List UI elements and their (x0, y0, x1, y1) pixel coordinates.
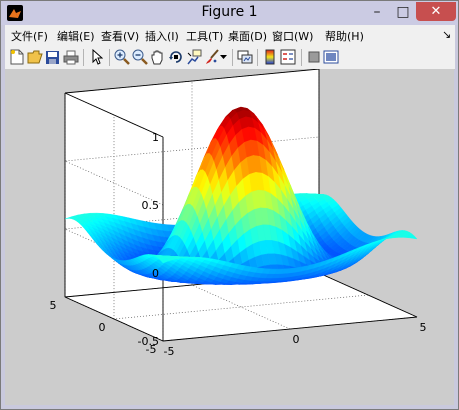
menu-help[interactable]: 帮助(H) (325, 28, 364, 44)
z-tick-label: 0.5 (142, 199, 160, 212)
toolbar-separator (83, 49, 84, 66)
y-tick-label: 0 (99, 321, 106, 334)
hide-plot-tools-icon[interactable] (305, 48, 322, 66)
menu-insert[interactable]: 插入(I) (145, 28, 179, 44)
surface-plot[interactable]: -0.500.51-505-505 (5, 69, 454, 405)
x-tick-label: -5 (164, 345, 175, 358)
toolbar-dock-arrow-icon[interactable]: ↘ (442, 28, 451, 41)
toolbar-separator (257, 49, 258, 66)
menu-edit[interactable]: 编辑(E) (57, 28, 95, 44)
new-figure-icon[interactable] (8, 48, 25, 66)
brush-dropdown-icon[interactable] (219, 48, 228, 66)
toolbar-separator (109, 49, 110, 66)
x-tick-label: 5 (420, 321, 427, 334)
zoom-in-icon[interactable] (113, 48, 130, 66)
save-icon[interactable] (44, 48, 61, 66)
link-plot-icon[interactable] (236, 48, 253, 66)
close-button[interactable]: ✕ (416, 2, 456, 21)
figure-toolbar (5, 46, 455, 70)
title-bar[interactable]: Figure 1 – □ ✕ (1, 1, 458, 25)
brush-icon[interactable] (203, 48, 220, 66)
edit-plot-arrow-icon[interactable] (88, 48, 105, 66)
print-icon[interactable] (62, 48, 79, 66)
y-tick-label: 5 (50, 299, 57, 312)
menu-desktop[interactable]: 桌面(D) (228, 28, 267, 44)
menu-tools[interactable]: 工具(T) (186, 28, 223, 44)
legend-icon[interactable] (279, 48, 296, 66)
maximize-button[interactable]: □ (390, 2, 416, 21)
menu-bar: 文件(F) 编辑(E) 查看(V) 插入(I) 工具(T) 桌面(D) 窗口(W… (5, 25, 455, 47)
data-cursor-icon[interactable] (185, 48, 202, 66)
menu-window[interactable]: 窗口(W) (272, 28, 313, 44)
menu-file[interactable]: 文件(F) (11, 28, 48, 44)
y-tick-label: -5 (146, 343, 157, 356)
z-tick-label: 0 (152, 267, 159, 280)
show-plot-tools-icon[interactable] (322, 48, 339, 66)
menu-view[interactable]: 查看(V) (101, 28, 139, 44)
x-tick-label: 0 (293, 333, 300, 346)
zoom-out-icon[interactable] (131, 48, 148, 66)
minimize-button[interactable]: – (364, 2, 390, 21)
rotate-3d-icon[interactable] (167, 48, 184, 66)
figure-canvas[interactable]: -0.5 0 0.5 1 -5 0 5 -5 0 5 (5, 69, 454, 405)
toolbar-separator (232, 49, 233, 66)
toolbar-separator (301, 49, 302, 66)
pan-hand-icon[interactable] (149, 48, 166, 66)
z-tick-label: 1 (152, 131, 159, 144)
open-file-icon[interactable] (26, 48, 43, 66)
figure-window: Figure 1 – □ ✕ 文件(F) 编辑(E) 查看(V) 插入(I) 工… (0, 0, 459, 410)
colorbar-icon[interactable] (261, 48, 278, 66)
